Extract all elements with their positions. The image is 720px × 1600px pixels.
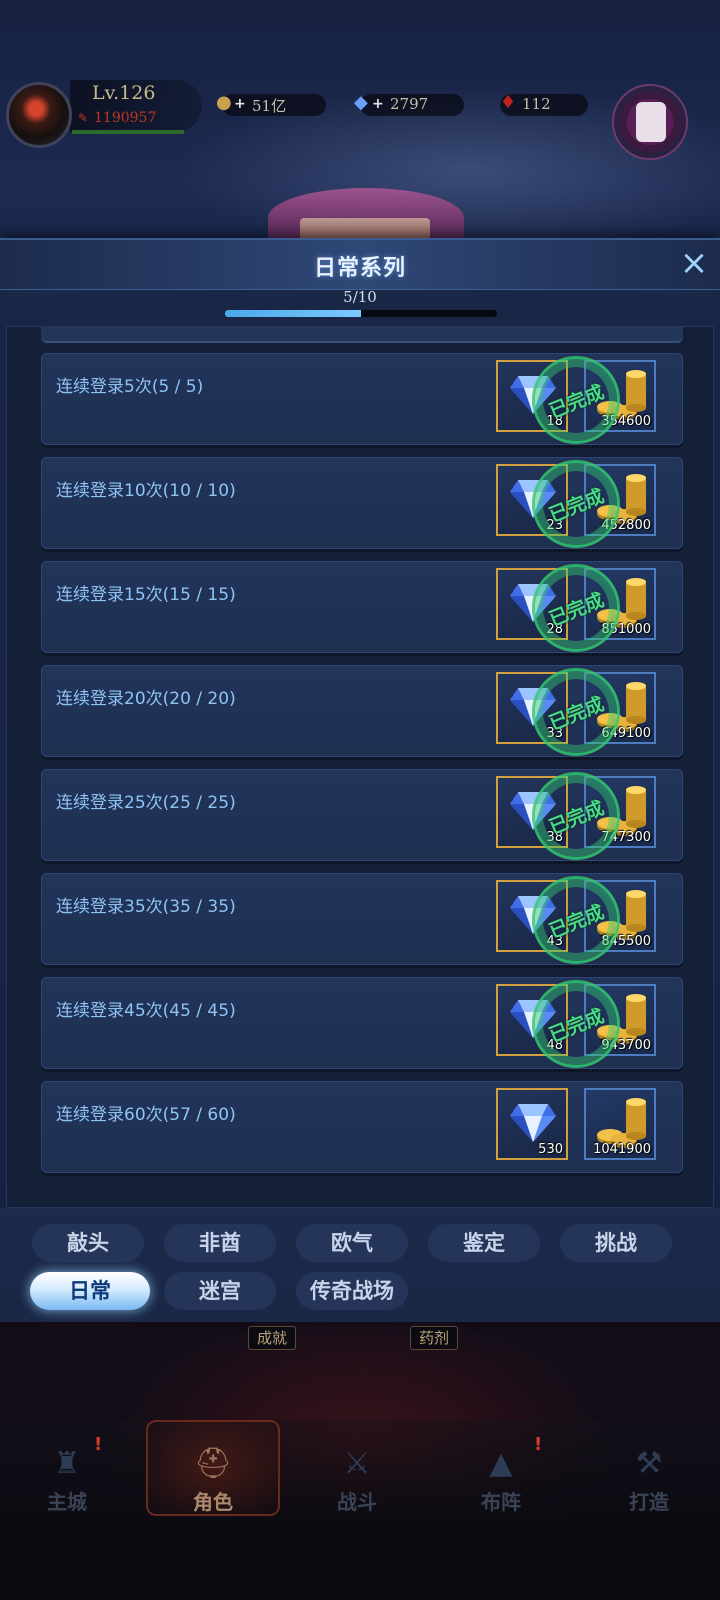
task-name: 连续登录15次(15 / 15) xyxy=(56,585,236,605)
nav-battle[interactable]: ⚔ 战斗 xyxy=(312,1446,402,1526)
quest-scroll-button[interactable] xyxy=(612,84,688,160)
task-card[interactable]: 连续登录20次(20 / 20) 33 649100 已完成 xyxy=(41,654,683,770)
ruby-icon: ♦ xyxy=(500,92,517,113)
task-name: 连续登录10次(10 / 10) xyxy=(56,481,236,501)
completed-stamp-text: 已完成 xyxy=(546,484,608,527)
tab-jianding[interactable]: 鉴定 xyxy=(428,1224,540,1262)
top-hud: Lv.126 ✎ 1190957 ● + 51亿 ◆ + 2797 ♦ 112 xyxy=(0,0,720,190)
task-card[interactable]: 连续登录60次(57 / 60) 530 1041900 xyxy=(41,1081,683,1173)
series-progress-label: 5/10 xyxy=(343,288,377,306)
crossed-swords-icon: ⚔ xyxy=(343,1446,371,1481)
scroll-icon xyxy=(636,102,666,142)
task-card[interactable]: 连续登录35次(35 / 35) 43 845500 已完成 xyxy=(41,862,683,978)
nav-main-city[interactable]: ♜ 主城 xyxy=(22,1446,112,1526)
task-card[interactable]: 连续登录45次(45 / 45) 48 943700 已完成 xyxy=(41,966,683,1082)
tab-feiqiu[interactable]: 非酋 xyxy=(164,1224,276,1262)
tab-richang[interactable]: 日常 xyxy=(30,1272,150,1310)
close-icon[interactable]: × xyxy=(678,246,710,280)
task-name: 连续登录5次(5 / 5) xyxy=(56,377,204,397)
player-level: Lv.126 xyxy=(92,82,156,104)
achievement-label[interactable]: 成就 xyxy=(248,1326,297,1350)
task-card[interactable]: 连续登录5次(5 / 5) 18 354600 已完成 xyxy=(41,342,683,458)
potion-label[interactable]: 药剂 xyxy=(410,1326,459,1350)
diamond-icon xyxy=(510,1104,556,1142)
task-card[interactable]: 连续登录15次(15 / 15) 28 851000 已完成 xyxy=(41,550,683,666)
anvil-icon: ⚒ xyxy=(635,1446,663,1481)
bottom-nav: ♜ 主城 ⛑ 角色 ⚔ 战斗 ▲ 布阵 ⚒ 打造 xyxy=(0,1420,720,1600)
gold-coins-icon xyxy=(597,1098,646,1148)
ruby-value: 112 xyxy=(522,95,551,113)
nav-forge[interactable]: ⚒ 打造 xyxy=(604,1446,694,1526)
completed-stamp-text: 已完成 xyxy=(546,692,608,735)
ruby-resource[interactable]: ♦ 112 xyxy=(500,92,588,116)
tab-chuanqi-zhanchang[interactable]: 传奇战场 xyxy=(296,1272,408,1310)
series-progress-bar xyxy=(225,310,497,317)
add-diamond-icon[interactable]: + xyxy=(372,96,384,112)
gold-value: 51亿 xyxy=(252,97,287,115)
reward-diamond[interactable]: 530 xyxy=(496,1088,568,1160)
completed-stamp-text: 已完成 xyxy=(546,900,608,943)
completed-stamp-text: 已完成 xyxy=(546,796,608,839)
power-icon: ✎ xyxy=(78,111,89,125)
player-avatar[interactable] xyxy=(6,82,72,148)
tab-qiaotou[interactable]: 敲头 xyxy=(32,1224,144,1262)
completed-stamp-text: 已完成 xyxy=(546,588,608,631)
add-gold-icon[interactable]: + xyxy=(234,96,246,112)
castle-icon: ♜ xyxy=(53,1446,81,1481)
reward-gold[interactable]: 1041900 xyxy=(584,1088,656,1160)
nav-label: 战斗 xyxy=(337,1490,377,1514)
completed-stamp-text: 已完成 xyxy=(546,380,608,423)
nav-label: 布阵 xyxy=(481,1490,521,1514)
diamond-resource[interactable]: ◆ + 2797 xyxy=(354,92,464,116)
nav-label: 主城 xyxy=(47,1490,87,1514)
task-card[interactable]: 连续登录10次(10 / 10) 23 452800 已完成 xyxy=(41,446,683,562)
tab-tiaozhan[interactable]: 挑战 xyxy=(560,1224,672,1262)
task-name: 连续登录20次(20 / 20) xyxy=(56,689,236,709)
category-tab-bar: 敲头 非酋 欧气 鉴定 挑战 日常 迷宫 传奇战场 xyxy=(0,1208,720,1322)
nav-active-highlight xyxy=(146,1420,280,1516)
formation-icon: ▲ xyxy=(489,1446,513,1481)
diamond-icon: ◆ xyxy=(354,92,368,113)
gold-coin-icon: ● xyxy=(216,92,232,113)
task-name: 连续登录35次(35 / 35) xyxy=(56,897,236,917)
completed-stamp-text: 已完成 xyxy=(546,1004,608,1047)
daily-series-modal: 日常系列 × 5/10 连续登录5次(5 / 5) 18 354600 已完成 连续登录… xyxy=(0,238,720,1322)
diamond-value: 2797 xyxy=(390,95,429,113)
previous-task-card-edge xyxy=(41,327,683,343)
series-progress-fill xyxy=(225,310,361,317)
tab-ouqi[interactable]: 欧气 xyxy=(296,1224,408,1262)
modal-title: 日常系列 xyxy=(313,256,406,281)
task-name: 连续登录45次(45 / 45) xyxy=(56,1001,236,1021)
nav-formation[interactable]: ▲ 布阵 xyxy=(456,1446,546,1526)
task-name: 连续登录25次(25 / 25) xyxy=(56,793,236,813)
player-power: 1190957 xyxy=(94,110,157,126)
task-list[interactable]: 连续登录5次(5 / 5) 18 354600 已完成 连续登录10次(10 / 10)… xyxy=(6,326,714,1208)
nav-label: 打造 xyxy=(629,1490,669,1514)
exp-bar xyxy=(72,130,184,134)
reward-quantity: 1041900 xyxy=(593,1142,651,1157)
reward-quantity: 530 xyxy=(538,1142,563,1157)
alert-icon: ! xyxy=(94,1434,103,1455)
tab-migong[interactable]: 迷宫 xyxy=(164,1272,276,1310)
alert-icon: ! xyxy=(534,1434,543,1455)
task-name: 连续登录60次(57 / 60) xyxy=(56,1105,236,1125)
modal-header: 日常系列 × xyxy=(0,240,720,290)
gold-resource[interactable]: ● + 51亿 xyxy=(216,92,326,116)
task-card[interactable]: 连续登录25次(25 / 25) 38 747300 已完成 xyxy=(41,758,683,874)
